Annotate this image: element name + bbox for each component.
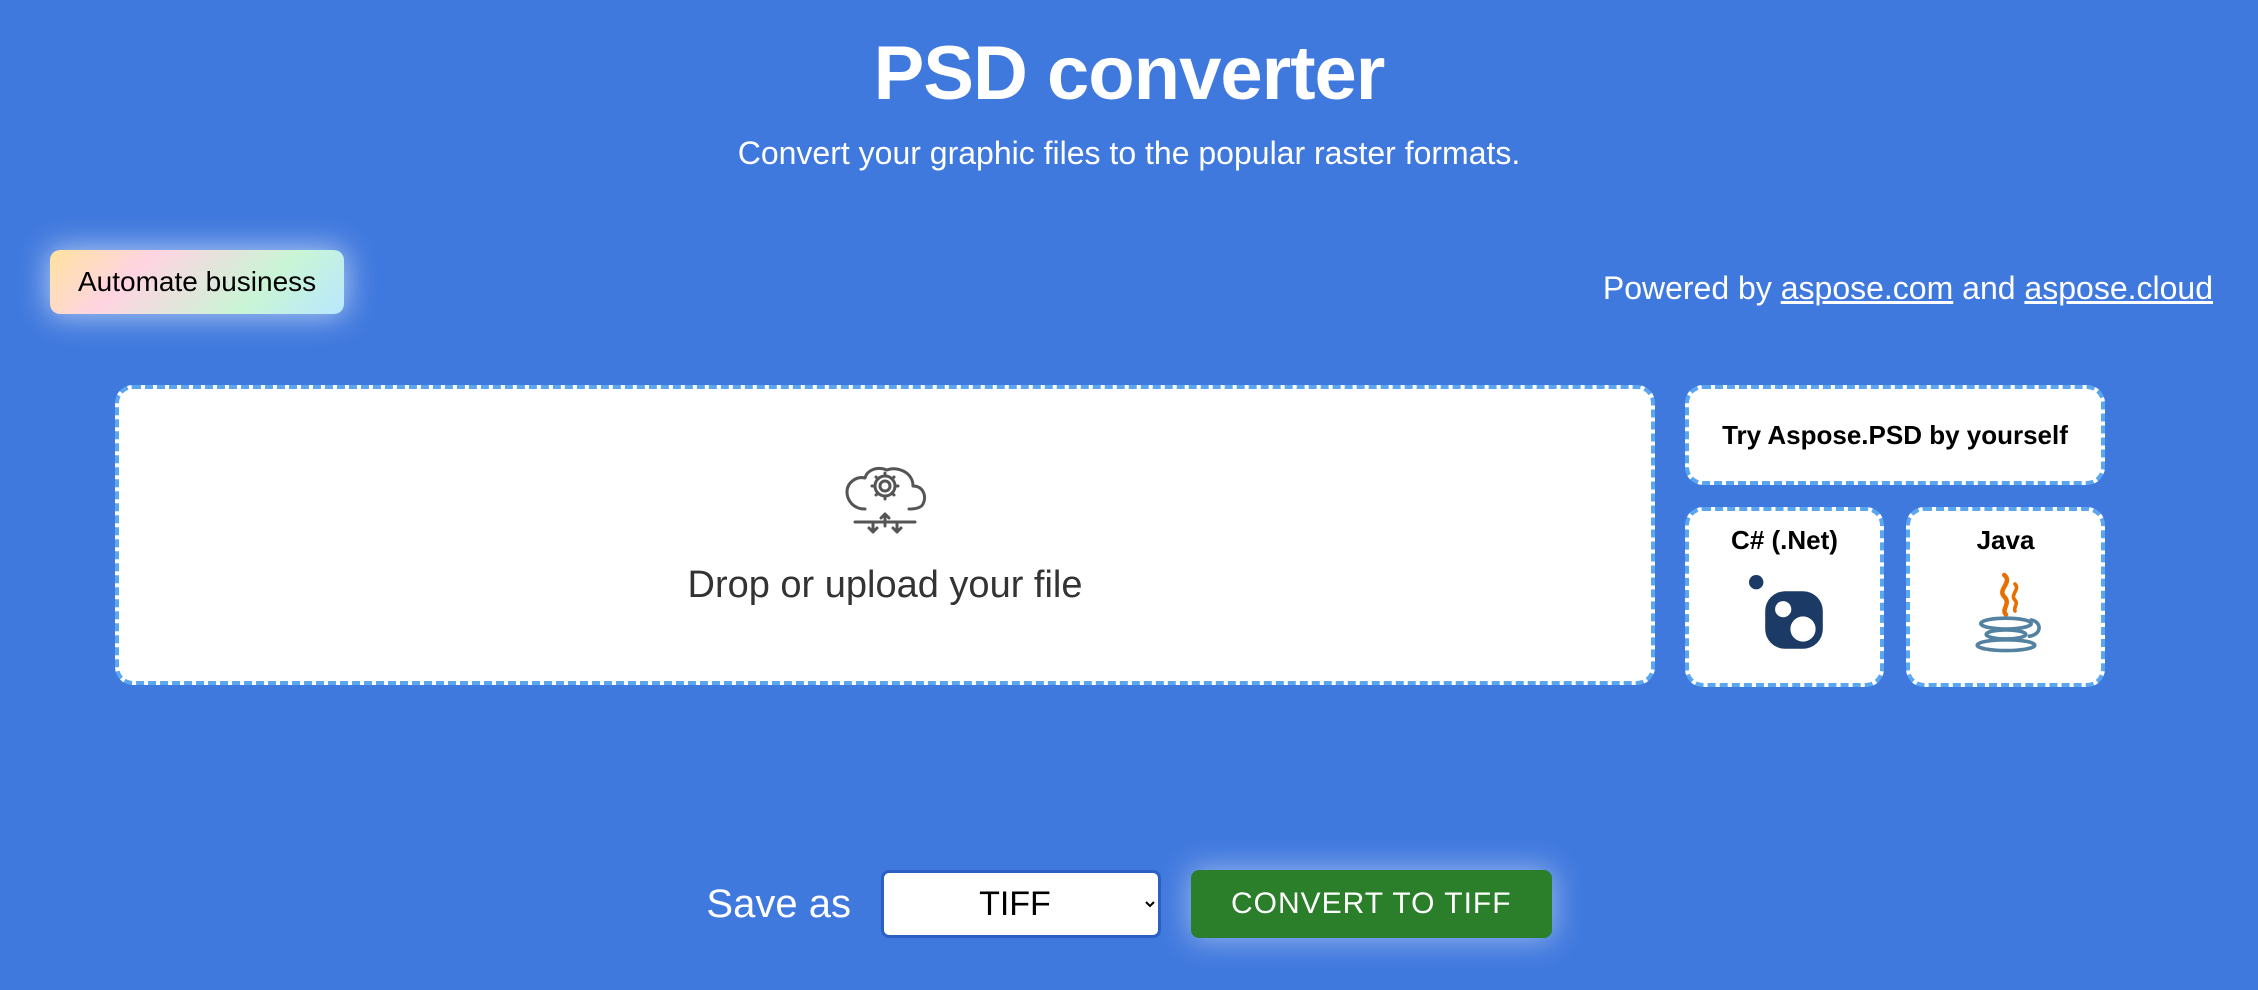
try-aspose-label: Try Aspose.PSD by yourself: [1722, 420, 2068, 451]
aspose-com-link[interactable]: aspose.com: [1781, 270, 1954, 306]
csharp-label: C# (.Net): [1731, 525, 1838, 556]
powered-by-text: Powered by aspose.com and aspose.cloud: [1603, 270, 2213, 307]
page-subtitle: Convert your graphic files to the popula…: [0, 135, 2258, 172]
convert-button[interactable]: CONVERT TO TIFF: [1191, 870, 1552, 938]
csharp-card[interactable]: C# (.Net): [1685, 507, 1884, 687]
automate-business-button[interactable]: Automate business: [50, 250, 344, 314]
format-select[interactable]: TIFF: [881, 870, 1161, 938]
file-dropzone[interactable]: Drop or upload your file: [115, 385, 1655, 685]
aspose-cloud-link[interactable]: aspose.cloud: [2024, 270, 2213, 306]
nuget-icon: [1740, 566, 1830, 656]
java-card[interactable]: Java: [1906, 507, 2105, 687]
java-label: Java: [1977, 525, 2035, 556]
powered-prefix: Powered by: [1603, 270, 1781, 306]
try-aspose-panel: Try Aspose.PSD by yourself: [1685, 385, 2105, 485]
page-title: PSD converter: [0, 30, 2258, 117]
upload-cloud-icon: [835, 464, 935, 544]
java-icon: [1961, 566, 2051, 656]
saveas-label: Save as: [706, 882, 851, 927]
powered-and: and: [1953, 270, 2024, 306]
dropzone-text: Drop or upload your file: [688, 564, 1083, 607]
